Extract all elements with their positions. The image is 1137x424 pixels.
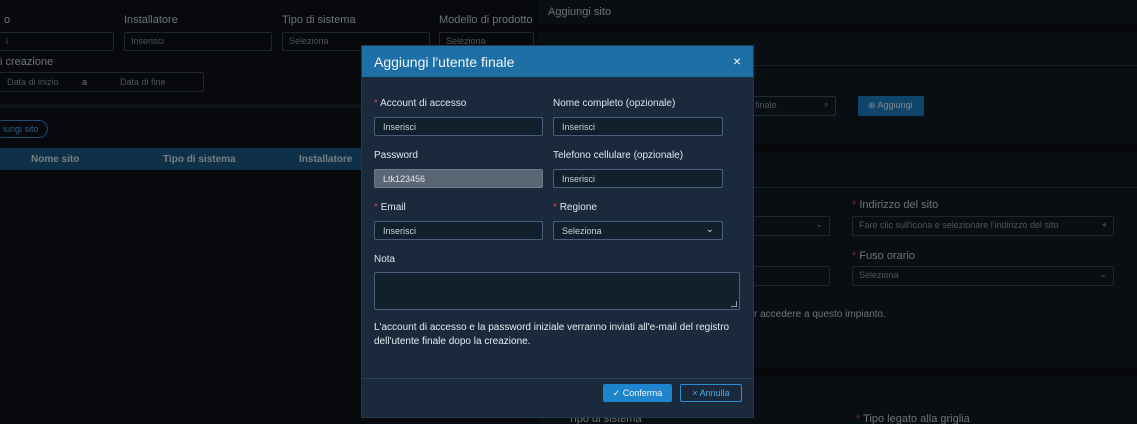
password-label: Password (374, 150, 418, 161)
info-message: L'account di accesso e la password inizi… (374, 322, 730, 347)
email-label: * Email (374, 202, 406, 213)
note-label: Nota (374, 254, 396, 265)
full-name-input[interactable]: Inserisci (553, 117, 723, 136)
dialog-header: Aggiungi l'utente finale × (362, 46, 753, 77)
access-account-label: * Account di accesso (374, 98, 467, 109)
chevron-down-icon: ⌄ (705, 224, 714, 235)
email-input[interactable]: Inserisci (374, 221, 543, 240)
footer-divider (362, 378, 753, 379)
cancel-button[interactable]: × Annulla (680, 384, 742, 402)
access-account-input[interactable]: Inserisci (374, 117, 543, 136)
confirm-button[interactable]: ✓ Conferma (603, 384, 672, 402)
close-icon[interactable]: × (733, 53, 741, 69)
full-name-label: Nome completo (opzionale) (553, 98, 676, 109)
region-value: Seleziona (562, 226, 602, 236)
add-end-user-dialog: Aggiungi l'utente finale × * Account di … (361, 45, 754, 418)
resize-handle-icon[interactable] (731, 301, 737, 307)
password-input[interactable]: Ltk123456 (374, 169, 543, 188)
region-select[interactable]: Seleziona ⌄ (553, 221, 723, 240)
region-label: * Regione (553, 202, 597, 213)
phone-input[interactable]: Inserisci (553, 169, 723, 188)
note-textarea[interactable] (374, 272, 740, 310)
dialog-title: Aggiungi l'utente finale (374, 54, 515, 70)
phone-label: Telefono cellulare (opzionale) (553, 150, 684, 161)
